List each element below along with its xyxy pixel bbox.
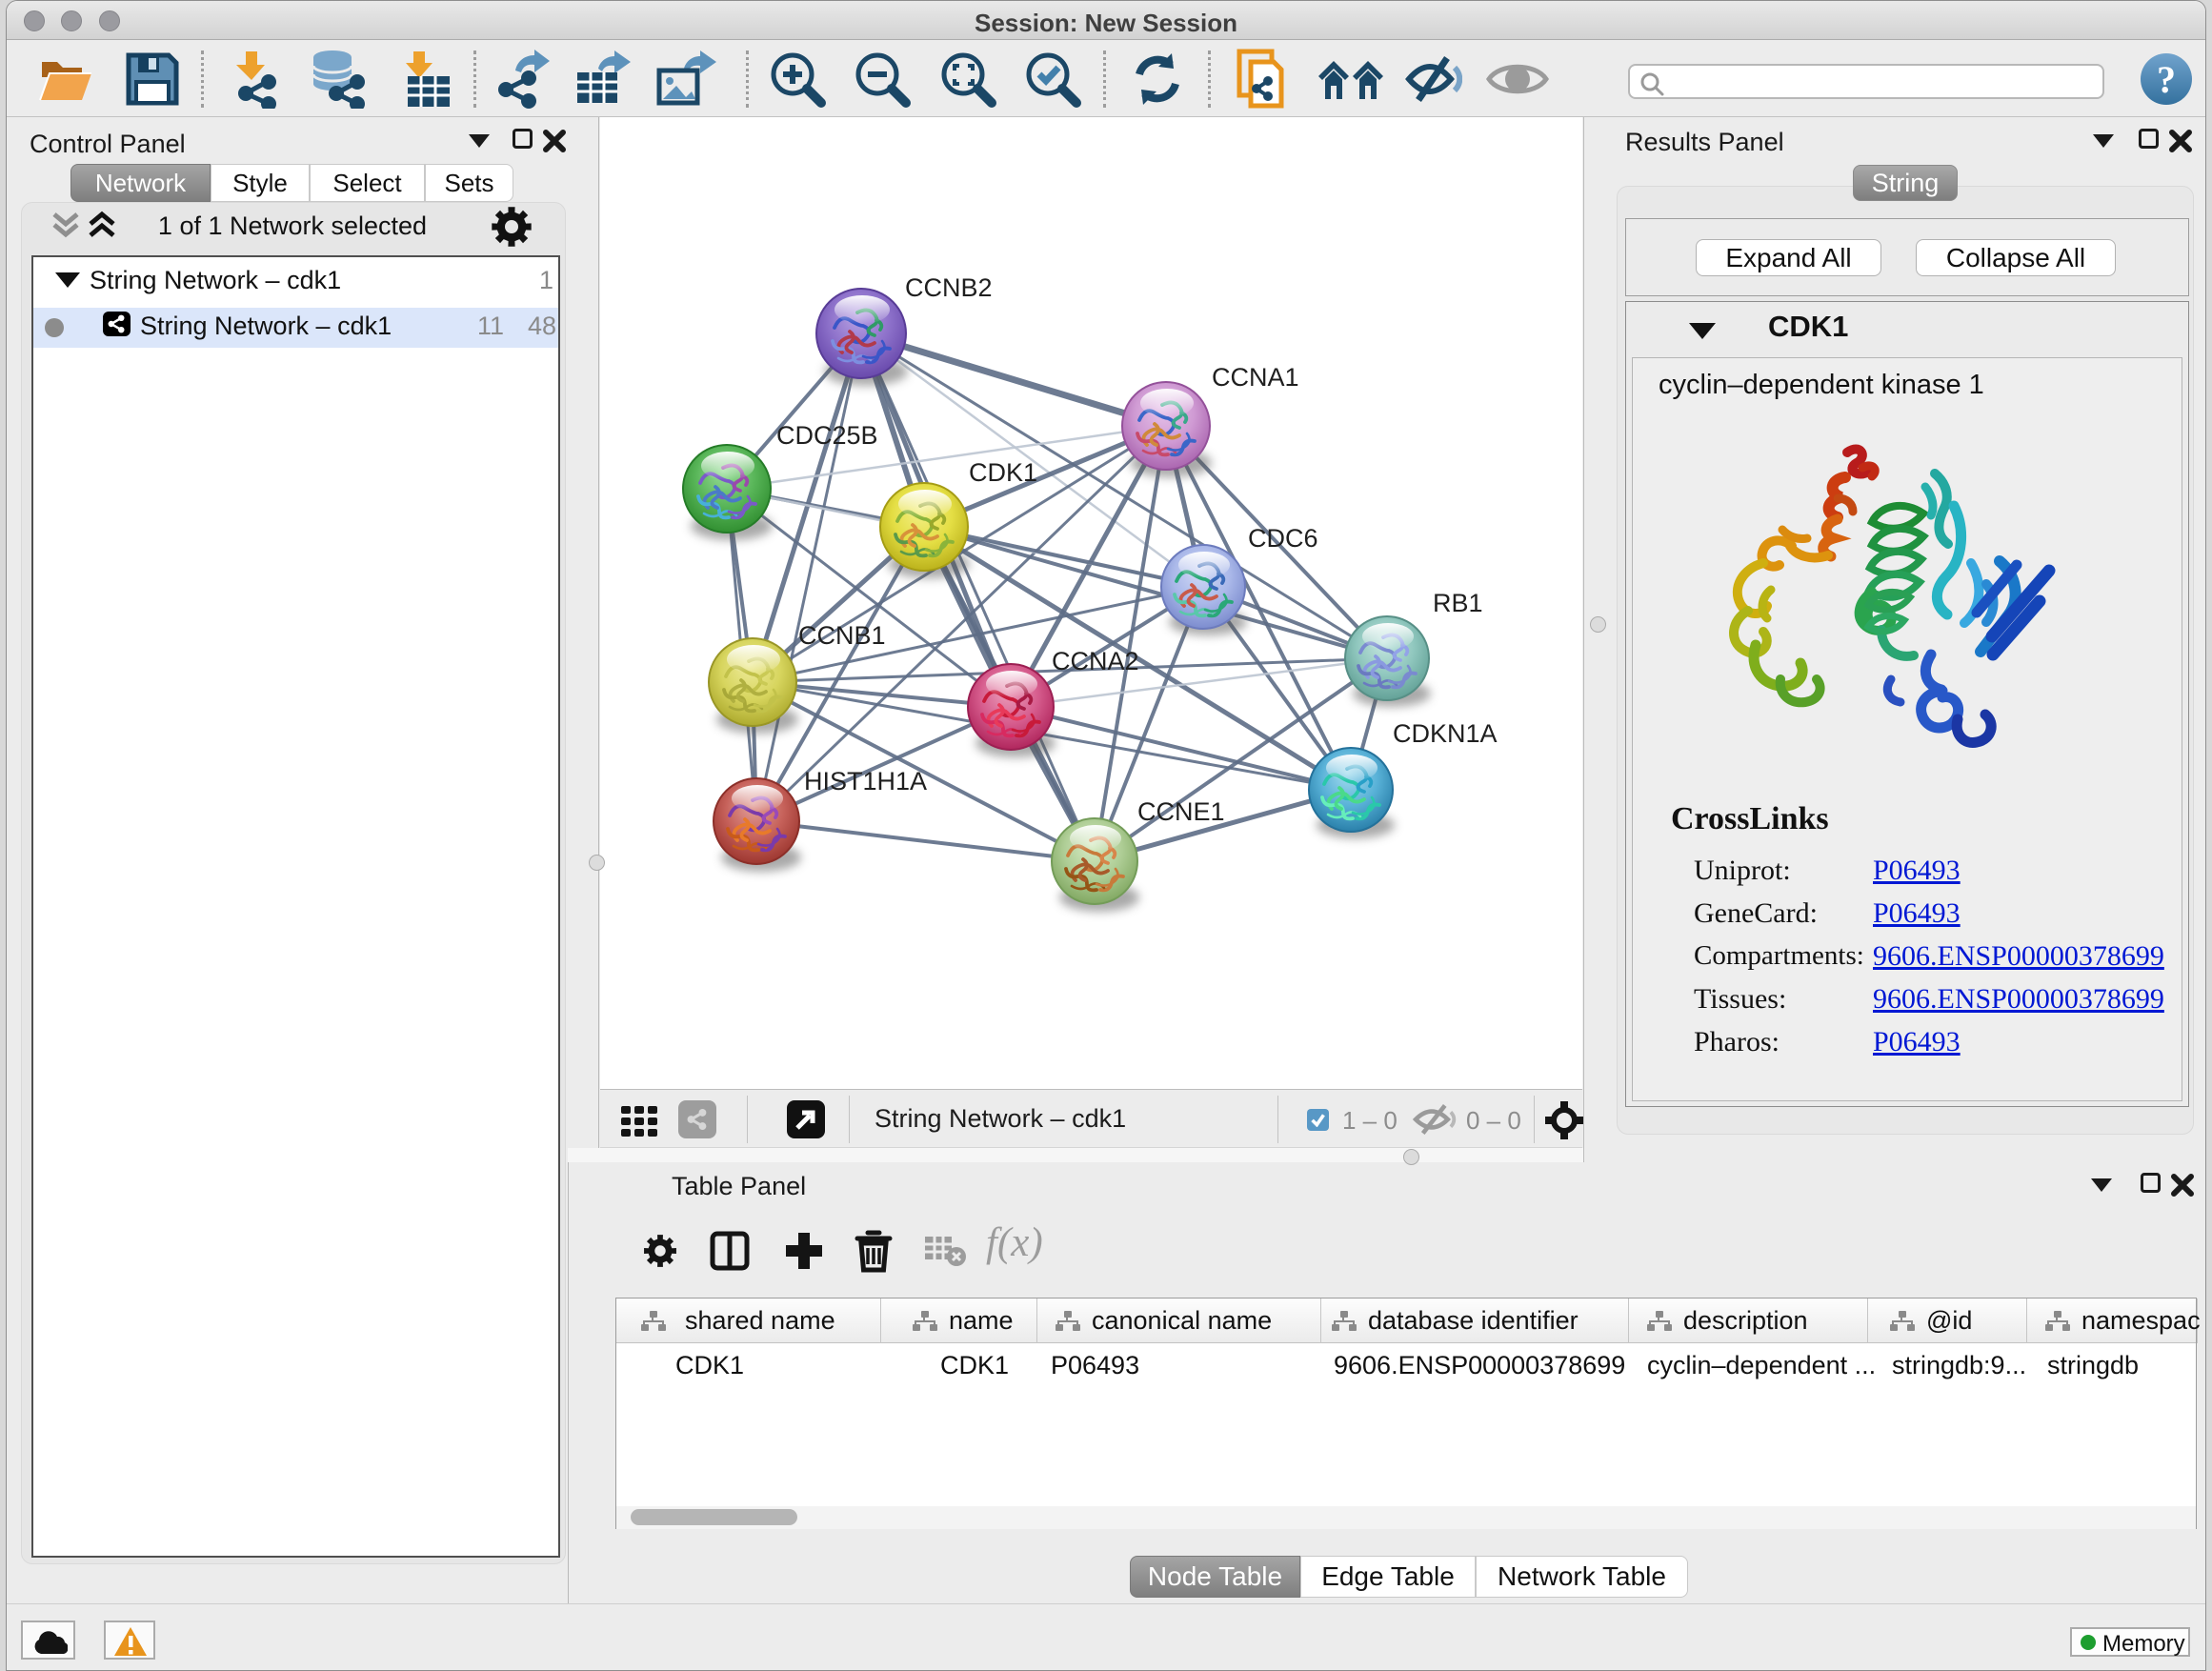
svg-text:CDC6: CDC6 [1248,524,1318,553]
svg-text:HIST1H1A: HIST1H1A [804,767,927,795]
svg-text:CCNA1: CCNA1 [1212,363,1299,392]
svg-text:CDK1: CDK1 [969,458,1037,487]
svg-text:RB1: RB1 [1433,589,1483,617]
svg-text:CCNB1: CCNB1 [798,621,886,650]
svg-text:CDKN1A: CDKN1A [1393,719,1498,748]
svg-text:?: ? [2157,58,2176,101]
svg-text:CCNE1: CCNE1 [1137,797,1225,826]
svg-text:CCNB2: CCNB2 [905,273,993,302]
svg-text:CCNA2: CCNA2 [1052,647,1139,675]
svg-text:CDC25B: CDC25B [776,421,878,450]
